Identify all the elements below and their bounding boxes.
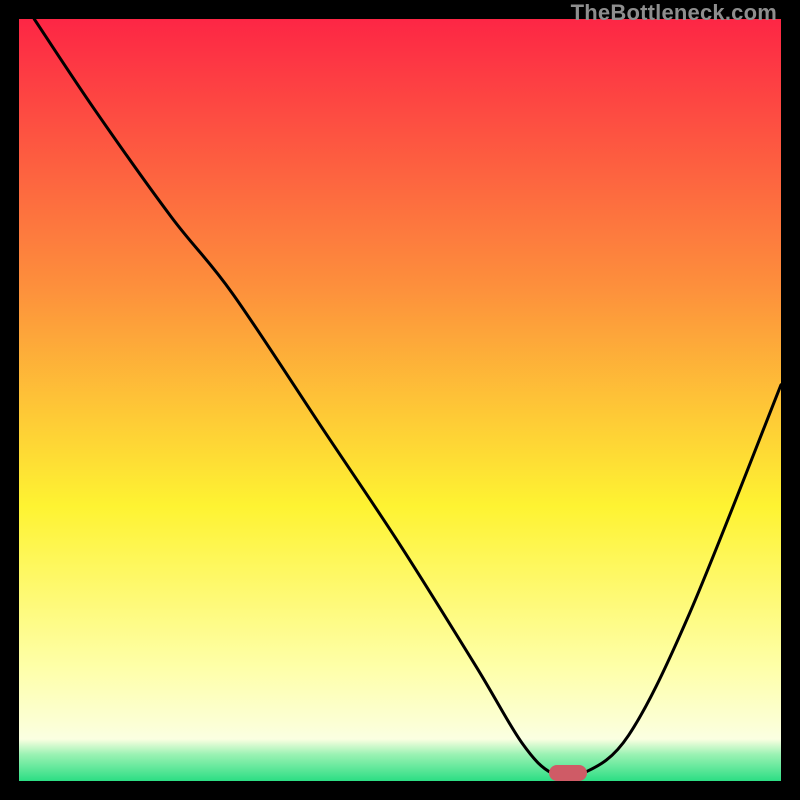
optimal-point-marker	[549, 765, 587, 781]
watermark-text: TheBottleneck.com	[571, 0, 777, 26]
bottleneck-chart	[19, 19, 781, 781]
chart-frame	[19, 19, 781, 781]
